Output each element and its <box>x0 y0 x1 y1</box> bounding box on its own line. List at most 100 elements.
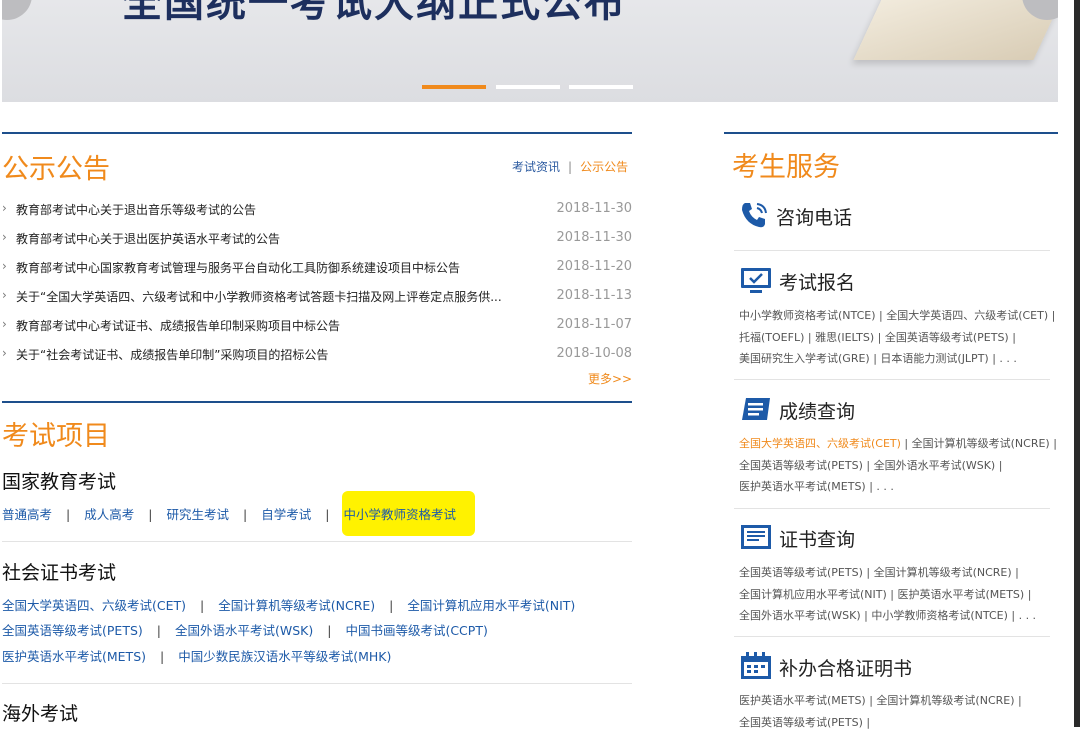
social-exams-row: 全国大学英语四、六级考试(CET) | 全国计算机等级考试(NCRE) | 全国计算机应… <box>2 595 575 614</box>
notice-item-text[interactable]: 关于“社会考试证书、成绩报告单印制”采购项目的招标公告 <box>16 346 328 363</box>
link-separator: | <box>325 507 329 522</box>
reissue-exam-line[interactable]: 全国英语等级考试(PETS) | <box>739 712 1022 733</box>
link-separator: | <box>389 598 393 613</box>
banner-carousel[interactable]: 全国统一考试大纲正式公布 <box>2 0 1058 102</box>
link-cet[interactable]: 全国大学英语四、六级考试(CET) <box>2 598 186 613</box>
chevron-right-icon: › <box>2 259 7 273</box>
carousel-dot-3[interactable] <box>569 85 633 89</box>
link-pets[interactable]: 全国英语等级考试(PETS) <box>2 623 143 638</box>
link-mhk[interactable]: 中国少数民族汉语水平等级考试(MHK) <box>178 649 391 664</box>
notice-item[interactable]: › 教育部考试中心关于退出医护英语水平考试的公告 2018-11-30 <box>2 230 632 259</box>
score-report-icon <box>740 395 772 425</box>
register-title[interactable]: 考试报名 <box>779 268 855 295</box>
exams-top-border <box>2 401 632 403</box>
banner-headline: 全国统一考试大纲正式公布 <box>122 0 626 28</box>
certificate-exam-line[interactable]: 全国英语等级考试(PETS) | 全国计算机等级考试(NCRE) | <box>739 562 1036 584</box>
notice-item-date: 2018-10-08 <box>556 346 632 361</box>
certificate-title[interactable]: 证书查询 <box>779 525 855 552</box>
calendar-icon <box>740 651 772 681</box>
register-exam-list: 中小学教师资格考试(NTCE) | 全国大学英语四、六级考试(CET) | 托福… <box>739 305 1055 370</box>
divider <box>734 636 1050 637</box>
social-exams-row: 医护英语水平考试(METS) | 中国少数民族汉语水平等级考试(MHK) <box>2 646 391 665</box>
score-exam-cet[interactable]: 全国大学英语四、六级考试(CET) <box>739 437 901 450</box>
link-nit[interactable]: 全国计算机应用水平考试(NIT) <box>407 598 575 613</box>
certificate-exam-line[interactable]: 全国计算机应用水平考试(NIT) | 医护英语水平考试(METS) | <box>739 584 1036 606</box>
tab-separator: | <box>568 160 572 174</box>
social-exams-row: 全国英语等级考试(PETS) | 全国外语水平考试(WSK) | 中国书画等级考试(CC… <box>2 620 488 639</box>
notice-item-text[interactable]: 教育部考试中心考试证书、成绩报告单印制采购项目中标公告 <box>16 317 340 334</box>
reissue-exam-line[interactable]: 医护英语水平考试(METS) | 全国计算机等级考试(NCRE) | <box>739 690 1022 712</box>
social-exams-title: 社会证书考试 <box>2 558 116 585</box>
divider <box>734 508 1050 509</box>
link-separator: | <box>66 507 70 522</box>
tab-exam-news[interactable]: 考试资讯 <box>512 160 560 174</box>
chevron-right-icon: › <box>2 201 7 215</box>
window-edge <box>1074 0 1080 727</box>
notice-item-date: 2018-11-07 <box>556 317 632 332</box>
chevron-right-icon: › <box>2 288 7 302</box>
notice-item-text[interactable]: 教育部考试中心关于退出音乐等级考试的公告 <box>16 201 256 218</box>
services-title: 考生服务 <box>732 145 840 184</box>
notice-title: 公示公告 <box>2 147 110 186</box>
notice-top-border <box>2 132 632 134</box>
score-exam-ncre[interactable]: | 全国计算机等级考试(NCRE) | <box>901 437 1057 450</box>
score-exam-line[interactable]: 医护英语水平考试(METS) | . . . <box>739 476 1057 498</box>
chevron-right-icon: › <box>2 317 7 331</box>
link-ncre[interactable]: 全国计算机等级考试(NCRE) <box>218 598 375 613</box>
link-adult-gaokao[interactable]: 成人高考 <box>84 507 134 522</box>
link-separator: | <box>160 649 164 664</box>
notice-item-text[interactable]: 教育部考试中心国家教育考试管理与服务平台自动化工具防御系统建设项目中标公告 <box>16 259 460 276</box>
notice-item-text[interactable]: 关于“全国大学英语四、六级考试和中小学教师资格考试答题卡扫描及网上评卷定点服务供… <box>16 288 502 305</box>
link-separator: | <box>157 623 161 638</box>
reissue-title[interactable]: 补办合格证明书 <box>779 654 912 681</box>
notice-item[interactable]: › 教育部考试中心关于退出音乐等级考试的公告 2018-11-30 <box>2 201 632 230</box>
more-notices-link[interactable]: 更多>> <box>588 370 632 387</box>
services-top-border <box>724 132 1058 134</box>
link-mets[interactable]: 医护英语水平考试(METS) <box>2 649 146 664</box>
score-exam-line[interactable]: 全国大学英语四、六级考试(CET) | 全国计算机等级考试(NCRE) | <box>739 433 1057 455</box>
score-title[interactable]: 成绩查询 <box>779 397 855 424</box>
certificate-icon <box>740 523 772 553</box>
link-graduate-exam[interactable]: 研究生考试 <box>166 507 229 522</box>
tab-notices[interactable]: 公示公告 <box>580 160 628 174</box>
notice-item-text[interactable]: 教育部考试中心关于退出医护英语水平考试的公告 <box>16 230 280 247</box>
notice-item[interactable]: › 关于“社会考试证书、成绩报告单印制”采购项目的招标公告 2018-10-08 <box>2 346 632 375</box>
divider <box>2 541 632 542</box>
chevron-right-icon: › <box>2 346 7 360</box>
score-exam-line[interactable]: 全国英语等级考试(PETS) | 全国外语水平考试(WSK) | <box>739 455 1057 477</box>
certificate-exam-list: 全国英语等级考试(PETS) | 全国计算机等级考试(NCRE) | 全国计算机… <box>739 562 1036 627</box>
chevron-right-icon: › <box>2 230 7 244</box>
notice-item[interactable]: › 关于“全国大学英语四、六级考试和中小学教师资格考试答题卡扫描及网上评卷定点服… <box>2 288 632 317</box>
register-exam-line[interactable]: 美国研究生入学考试(GRE) | 日本语能力测试(JLPT) | . . . <box>739 348 1055 370</box>
link-gaokao[interactable]: 普通高考 <box>2 507 52 522</box>
notice-item[interactable]: › 教育部考试中心考试证书、成绩报告单印制采购项目中标公告 2018-11-07 <box>2 317 632 346</box>
notice-item-date: 2018-11-30 <box>556 230 632 245</box>
link-separator: | <box>327 623 331 638</box>
carousel-prev-button[interactable] <box>2 0 32 20</box>
notice-item-date: 2018-11-20 <box>556 259 632 274</box>
notice-item[interactable]: › 教育部考试中心国家教育考试管理与服务平台自动化工具防御系统建设项目中标公告 … <box>2 259 632 288</box>
notice-item-date: 2018-11-13 <box>556 288 632 303</box>
link-separator: | <box>243 507 247 522</box>
link-self-study-exam[interactable]: 自学考试 <box>261 507 311 522</box>
monitor-icon <box>740 266 772 296</box>
link-ccpt[interactable]: 中国书画等级考试(CCPT) <box>345 623 487 638</box>
notice-tabs: 考试资讯 | 公示公告 <box>512 158 628 175</box>
national-exams-links: 普通高考 | 成人高考 | 研究生考试 | 自学考试 | 中小学教师资格考试 <box>2 504 456 523</box>
national-exams-title: 国家教育考试 <box>2 467 116 494</box>
certificate-exam-line[interactable]: 全国外语水平考试(WSK) | 中小学教师资格考试(NTCE) | . . . <box>739 605 1036 627</box>
link-separator: | <box>200 598 204 613</box>
carousel-dot-1[interactable] <box>422 85 486 89</box>
overseas-exams-title: 海外考试 <box>2 699 78 726</box>
divider <box>734 250 1050 251</box>
carousel-dot-2[interactable] <box>496 85 560 89</box>
phone-title[interactable]: 咨询电话 <box>776 203 852 230</box>
score-exam-list: 全国大学英语四、六级考试(CET) | 全国计算机等级考试(NCRE) | 全国… <box>739 433 1057 498</box>
register-exam-line[interactable]: 中小学教师资格考试(NTCE) | 全国大学英语四、六级考试(CET) | <box>739 305 1055 327</box>
link-separator: | <box>148 507 152 522</box>
divider <box>2 683 632 684</box>
link-teacher-qualification-exam[interactable]: 中小学教师资格考试 <box>343 507 456 522</box>
notice-item-date: 2018-11-30 <box>556 201 632 216</box>
link-wsk[interactable]: 全国外语水平考试(WSK) <box>175 623 313 638</box>
register-exam-line[interactable]: 托福(TOEFL) | 雅思(IELTS) | 全国英语等级考试(PETS) | <box>739 327 1055 349</box>
